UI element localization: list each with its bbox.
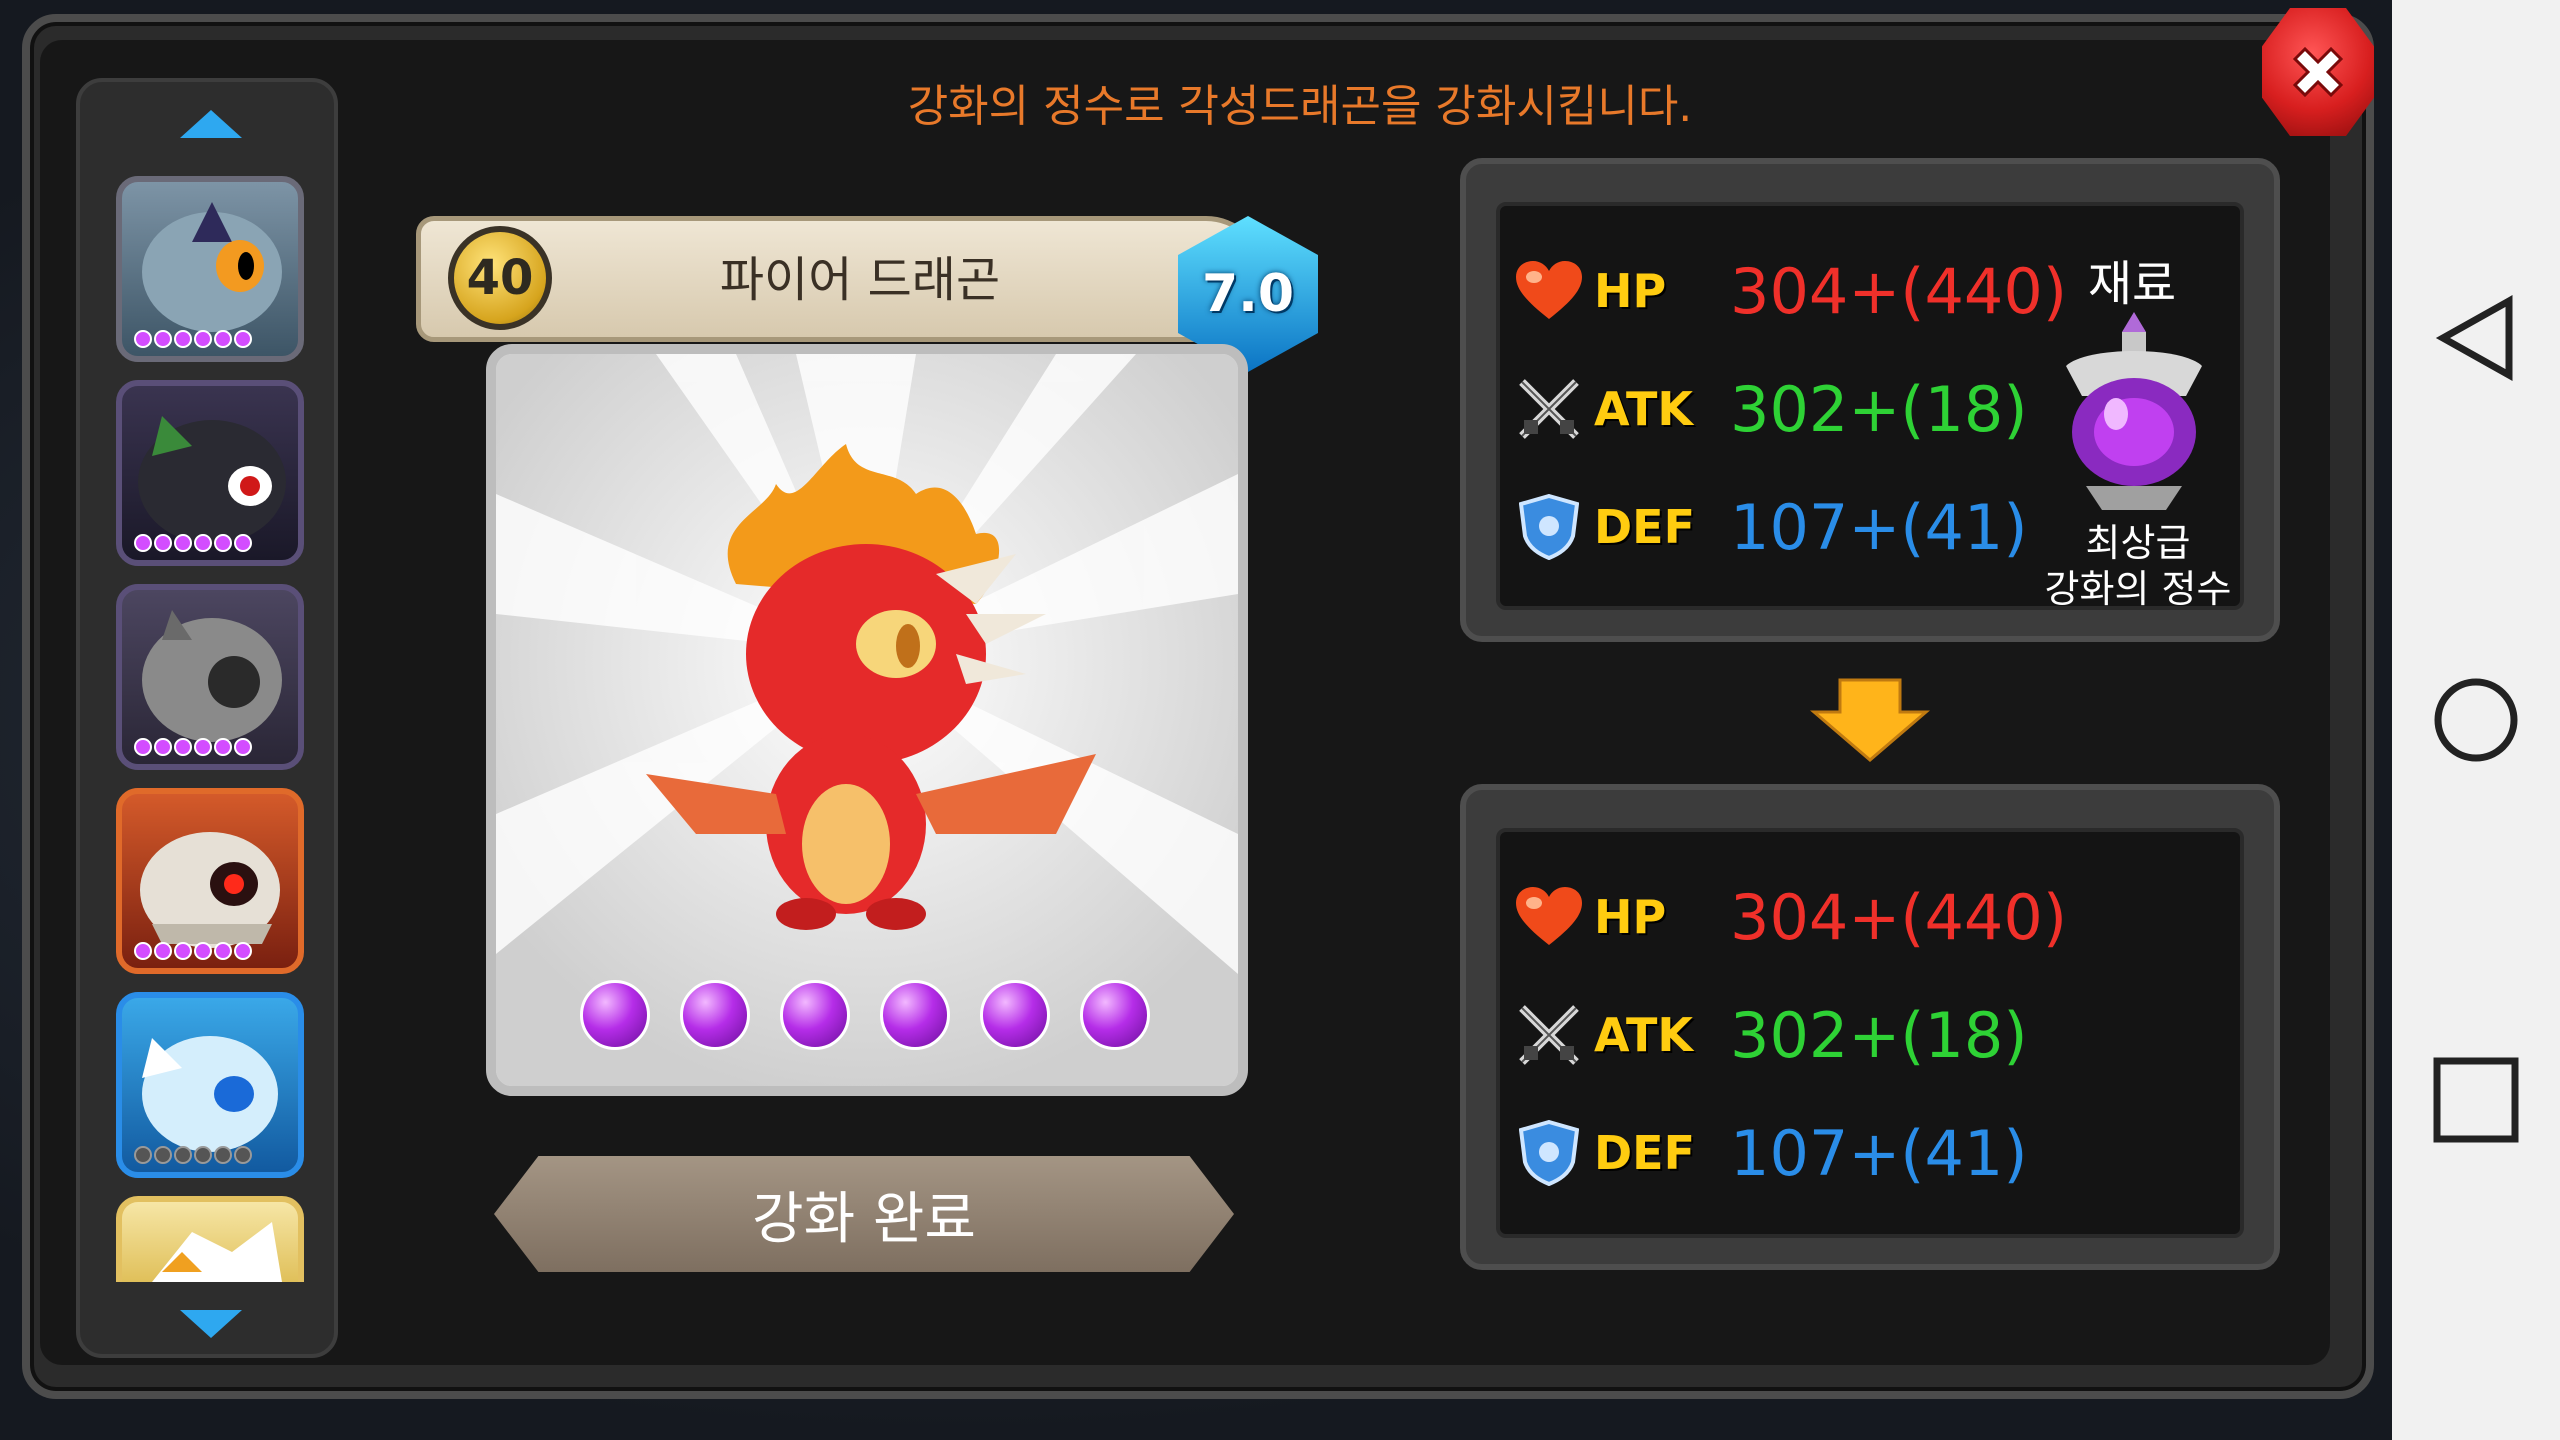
hp-value: 304+(440) [1730, 880, 2068, 954]
close-button[interactable] [2262, 8, 2374, 136]
scroll-up-icon[interactable] [176, 104, 246, 144]
star-rating [134, 330, 252, 348]
info-text: 강화의 정수로 각성드래곤을 강화시킵니다. [907, 81, 1693, 132]
stat-hp-row: HP 304+(440) [1510, 246, 2067, 336]
dragon-list[interactable] [76, 78, 338, 1358]
shield-icon [1510, 1114, 1588, 1192]
heart-icon [1510, 878, 1588, 956]
orb-icon [1080, 980, 1150, 1050]
stat-def-row: DEF 107+(41) [1510, 1108, 2028, 1198]
atk-value: 302+(18) [1730, 372, 2028, 446]
enhance-complete-button[interactable]: 강화 완료 [494, 1156, 1234, 1272]
dragon-thumb-6[interactable] [116, 1196, 304, 1282]
back-button[interactable] [2424, 286, 2528, 390]
star-rating [134, 1146, 252, 1164]
stats-after-box: HP 304+(440) ATK 302+(18) DEF 107+(41) [1460, 784, 2280, 1270]
orb-icon [980, 980, 1050, 1050]
dragon-thumb-5[interactable] [116, 992, 304, 1178]
level-badge: 40 [448, 226, 552, 330]
home-icon [2434, 678, 2518, 762]
dragon-thumb-1[interactable] [116, 176, 304, 362]
def-value: 107+(41) [1730, 1116, 2028, 1190]
recents-icon [2433, 1057, 2519, 1143]
home-button[interactable] [2424, 668, 2528, 772]
crossed-swords-icon [1510, 996, 1588, 1074]
material-label: 재료 [2087, 256, 2177, 312]
stat-atk-row: ATK 302+(18) [1510, 990, 2028, 1080]
stat-hp-row: HP 304+(440) [1510, 872, 2067, 962]
close-icon [2292, 46, 2344, 98]
fire-dragon-portrait [496, 354, 1238, 1086]
heart-icon [1510, 252, 1588, 330]
gold-dragon-portrait-icon [152, 1222, 282, 1282]
hp-value: 304+(440) [1730, 254, 2068, 328]
orb-icon [580, 980, 650, 1050]
arrow-down-icon [1810, 678, 1930, 762]
orb-icon [680, 980, 750, 1050]
star-rating [134, 534, 252, 552]
dragon-name: 파이어 드래곤 [719, 252, 1001, 308]
def-value: 107+(41) [1730, 490, 2028, 564]
back-icon [2435, 295, 2513, 381]
dragon-thumb-4[interactable] [116, 788, 304, 974]
star-rating [134, 942, 252, 960]
stat-def-row: DEF 107+(41) [1510, 482, 2028, 572]
orb-icon [780, 980, 850, 1050]
shield-icon [1510, 488, 1588, 566]
recents-button[interactable] [2424, 1048, 2528, 1152]
dragon-thumb-2[interactable] [116, 380, 304, 566]
crossed-swords-icon [1510, 370, 1588, 448]
awakening-orbs [580, 980, 1150, 1050]
orb-icon [880, 980, 950, 1050]
dragon-thumb-3[interactable] [116, 584, 304, 770]
stat-atk-row: ATK 302+(18) [1510, 364, 2028, 454]
scroll-down-icon[interactable] [176, 1304, 246, 1344]
star-rating [134, 738, 252, 756]
material-name: 최상급 강화의 정수 [2044, 521, 2232, 611]
essence-potion-icon[interactable] [2046, 306, 2222, 516]
atk-value: 302+(18) [1730, 998, 2028, 1072]
